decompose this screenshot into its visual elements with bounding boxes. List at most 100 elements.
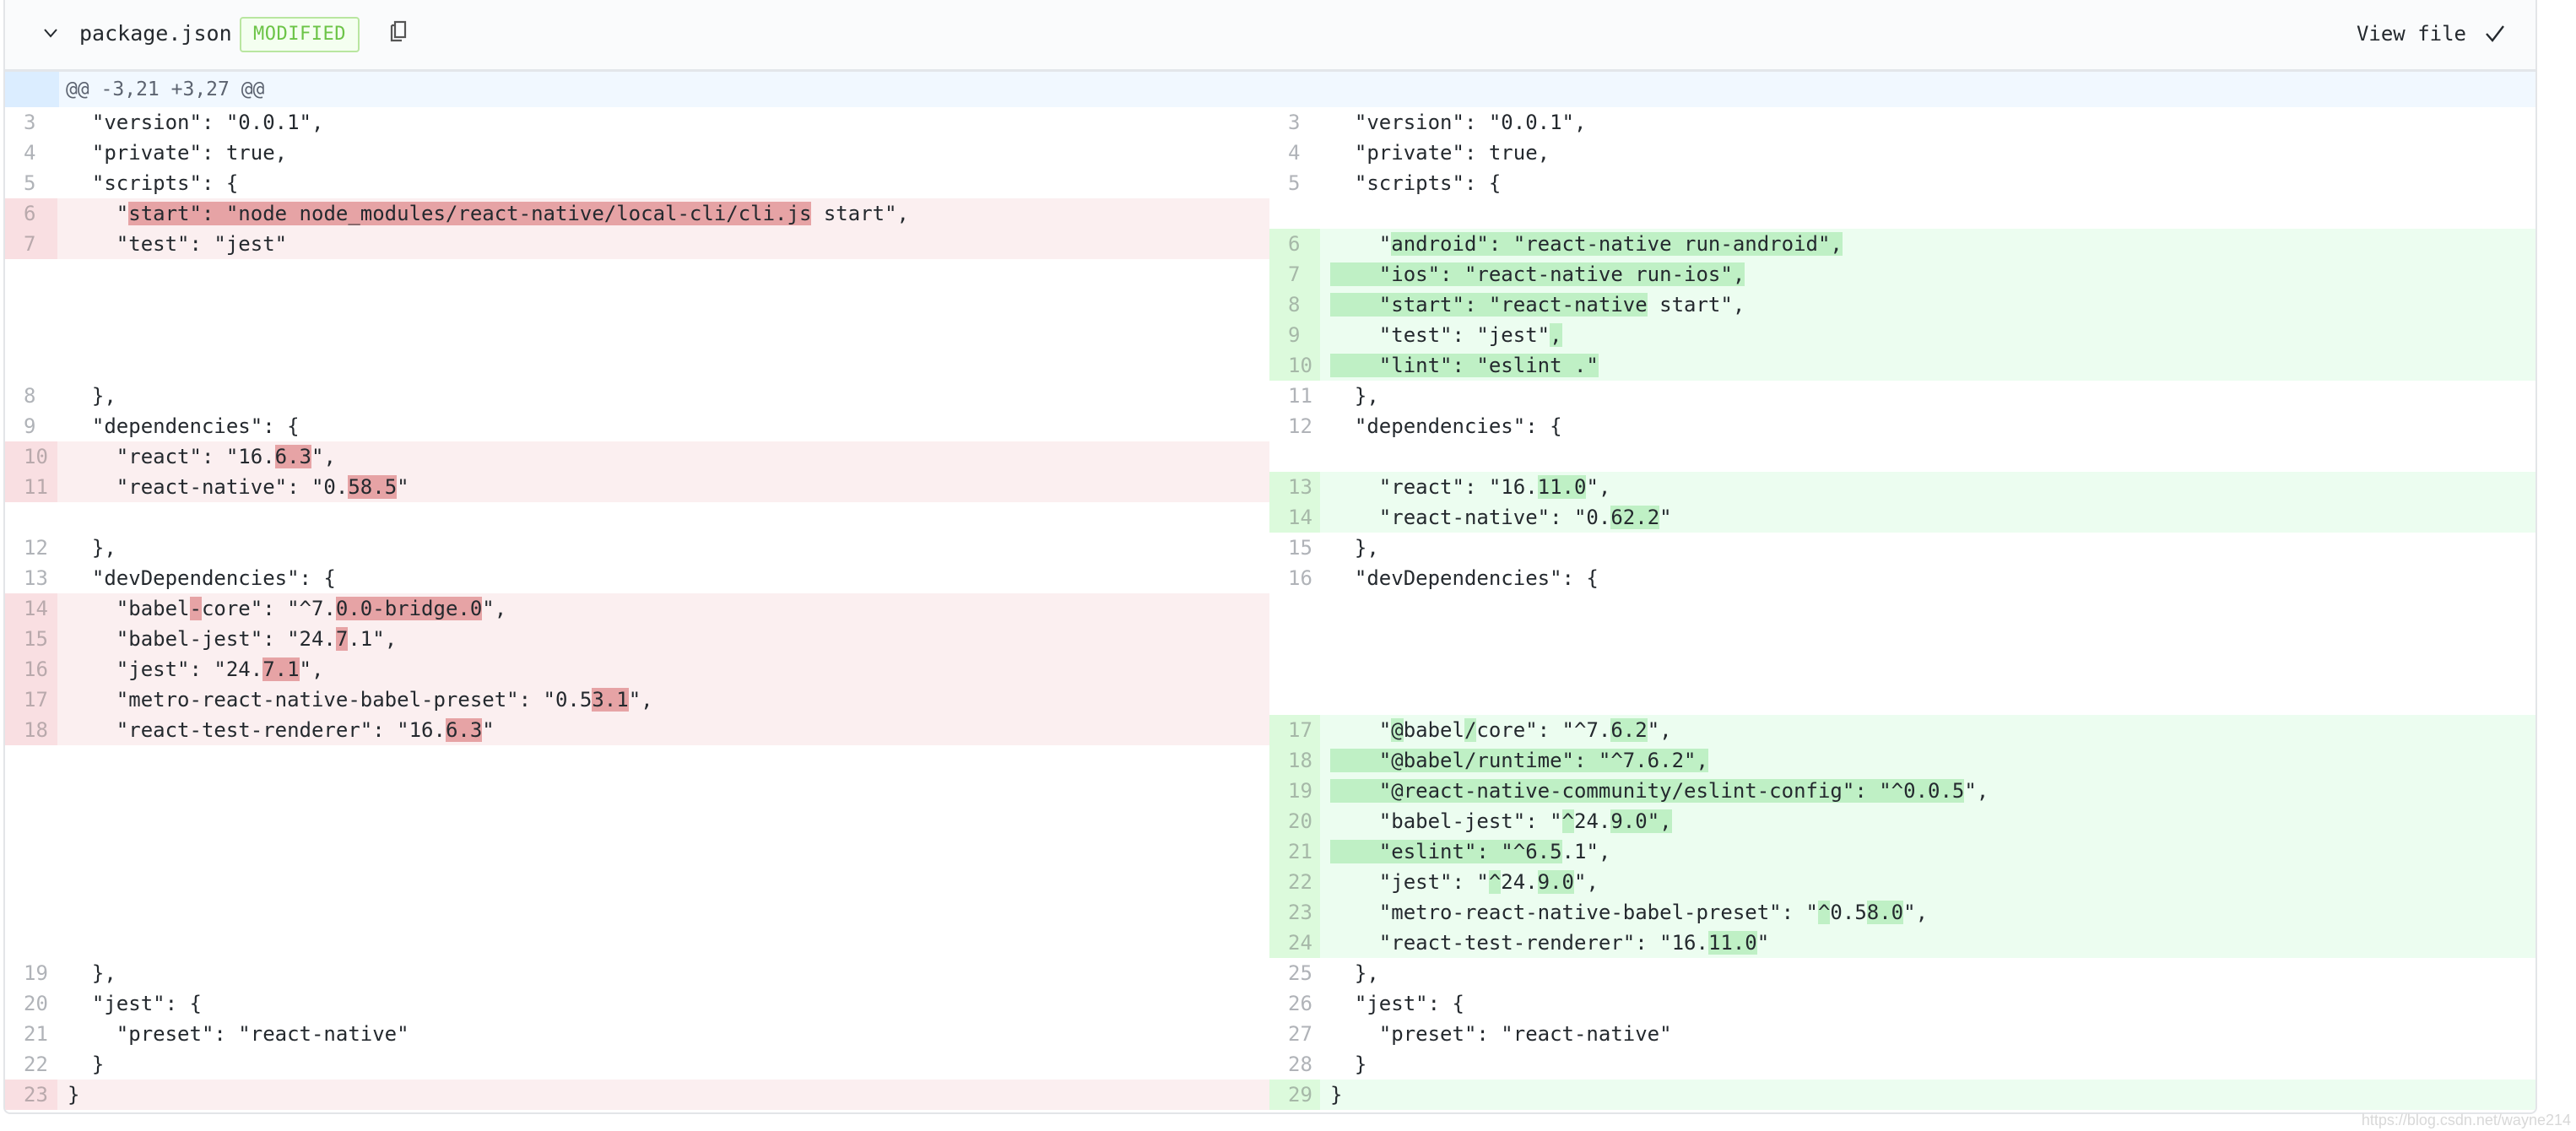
line-number[interactable]: 4 [1269,138,1320,168]
diff-row-deleted: 23} [5,1080,1269,1110]
line-number[interactable]: 11 [1269,381,1320,411]
line-number[interactable]: 29 [1269,1080,1320,1110]
diff-row-context: 25 }, [1269,958,2535,988]
code-line: }, [1320,381,2535,411]
code-text: "private": true, [68,141,288,165]
line-number[interactable]: 22 [1269,867,1320,897]
line-number[interactable]: 15 [5,624,57,654]
line-number[interactable]: 19 [1269,776,1320,806]
line-number[interactable]: 5 [1269,168,1320,198]
diff-row-deleted: 11 "react-native": "0.58.5" [5,472,1269,502]
diff-row-context: 5 "scripts": { [5,168,1269,198]
code-line: }, [1320,958,2535,988]
line-number[interactable]: 12 [5,533,57,563]
code-line: "metro-react-native-babel-preset": "^0.5… [1320,897,2535,928]
code-text: } [68,1053,105,1076]
line-number[interactable]: 14 [5,593,57,624]
line-number[interactable]: 6 [5,198,57,229]
line-number[interactable]: 26 [1269,988,1320,1019]
code-line: "jest": { [1320,988,2535,1019]
line-number[interactable]: 18 [1269,745,1320,776]
line-number[interactable]: 7 [5,229,57,259]
file-name[interactable]: package.json [79,19,232,49]
line-number[interactable]: 28 [1269,1049,1320,1080]
code-text: core": "^7. [201,597,336,620]
line-number[interactable]: 17 [1269,715,1320,745]
line-number[interactable]: 6 [1269,229,1320,259]
line-number[interactable]: 20 [5,988,57,1019]
line-number[interactable]: 20 [1269,806,1320,836]
mark-viewed-button[interactable] [2476,15,2514,52]
line-number[interactable]: 24 [1269,928,1320,958]
code-line: "lint": "eslint ." [1320,350,2535,381]
line-number[interactable]: 8 [1269,290,1320,320]
line-number[interactable]: 14 [1269,502,1320,533]
view-file-button[interactable]: View file [2357,19,2466,49]
code-text: ", [482,597,507,620]
line-number[interactable]: 4 [5,138,57,168]
diff-row-empty [5,776,1269,806]
code-text: }, [1330,961,1379,985]
code-text: ", [1647,718,1672,742]
code-line: "devDependencies": { [57,563,1269,593]
code-line: "android": "react-native run-android", [1320,229,2535,259]
changed-text: 58.5 [348,475,398,499]
line-number[interactable]: 15 [1269,533,1320,563]
code-text: "react-native": "0. [1330,506,1611,529]
line-number[interactable]: 7 [1269,259,1320,290]
diff-row-deleted: 17 "metro-react-native-babel-preset": "0… [5,685,1269,715]
line-number[interactable]: 8 [5,381,57,411]
line-number[interactable]: 17 [5,685,57,715]
line-number[interactable]: 21 [5,1019,57,1049]
diff-row-empty [1269,198,2535,229]
line-number[interactable]: 3 [1269,107,1320,138]
line-number [5,897,57,928]
line-number[interactable]: 9 [5,411,57,441]
line-number [5,836,57,867]
copy-path-button[interactable] [382,17,415,51]
line-number[interactable]: 18 [5,715,57,745]
line-number[interactable]: 10 [5,441,57,472]
changed-text: ^ [1488,870,1502,894]
code-text: ", [1964,779,1989,803]
line-number[interactable]: 13 [1269,472,1320,502]
code-line: }, [57,381,1269,411]
diff-row-deleted: 10 "react": "16.6.3", [5,441,1269,472]
line-number [1269,198,1320,229]
diff-row-context: 12 }, [5,533,1269,563]
code-text: }, [68,384,116,408]
line-number[interactable]: 9 [1269,320,1320,350]
hunk-gutter[interactable] [5,72,59,107]
line-number[interactable]: 16 [1269,563,1320,593]
changed-text: start": "node node_modules/react-native/… [128,202,812,225]
chevron-down-icon[interactable] [41,23,61,43]
line-number[interactable]: 23 [5,1080,57,1110]
line-number[interactable]: 22 [5,1049,57,1080]
line-number[interactable]: 11 [5,472,57,502]
line-number[interactable]: 19 [5,958,57,988]
line-number[interactable]: 10 [1269,350,1320,381]
code-text: "version": "0.0.1", [1330,111,1587,134]
diff-row-added: 8 "start": "react-native start", [1269,290,2535,320]
line-number[interactable]: 16 [5,654,57,685]
line-number[interactable]: 27 [1269,1019,1320,1049]
diff-row-deleted: 7 "test": "jest" [5,229,1269,259]
code-line: "ios": "react-native run-ios", [1320,259,2535,290]
line-number[interactable]: 12 [1269,411,1320,441]
diff-file-card: package.json MODIFIED View file @@ -3,21… [3,0,2537,1114]
line-number[interactable]: 23 [1269,897,1320,928]
line-number[interactable]: 5 [5,168,57,198]
code-line: "babel-jest": "24.7.1", [57,624,1269,654]
line-number[interactable]: 13 [5,563,57,593]
code-line: "jest": { [57,988,1269,1019]
line-number[interactable]: 21 [1269,836,1320,867]
code-text: }, [1330,536,1379,560]
line-number[interactable]: 3 [5,107,57,138]
line-number[interactable]: 25 [1269,958,1320,988]
code-line: "private": true, [1320,138,2535,168]
